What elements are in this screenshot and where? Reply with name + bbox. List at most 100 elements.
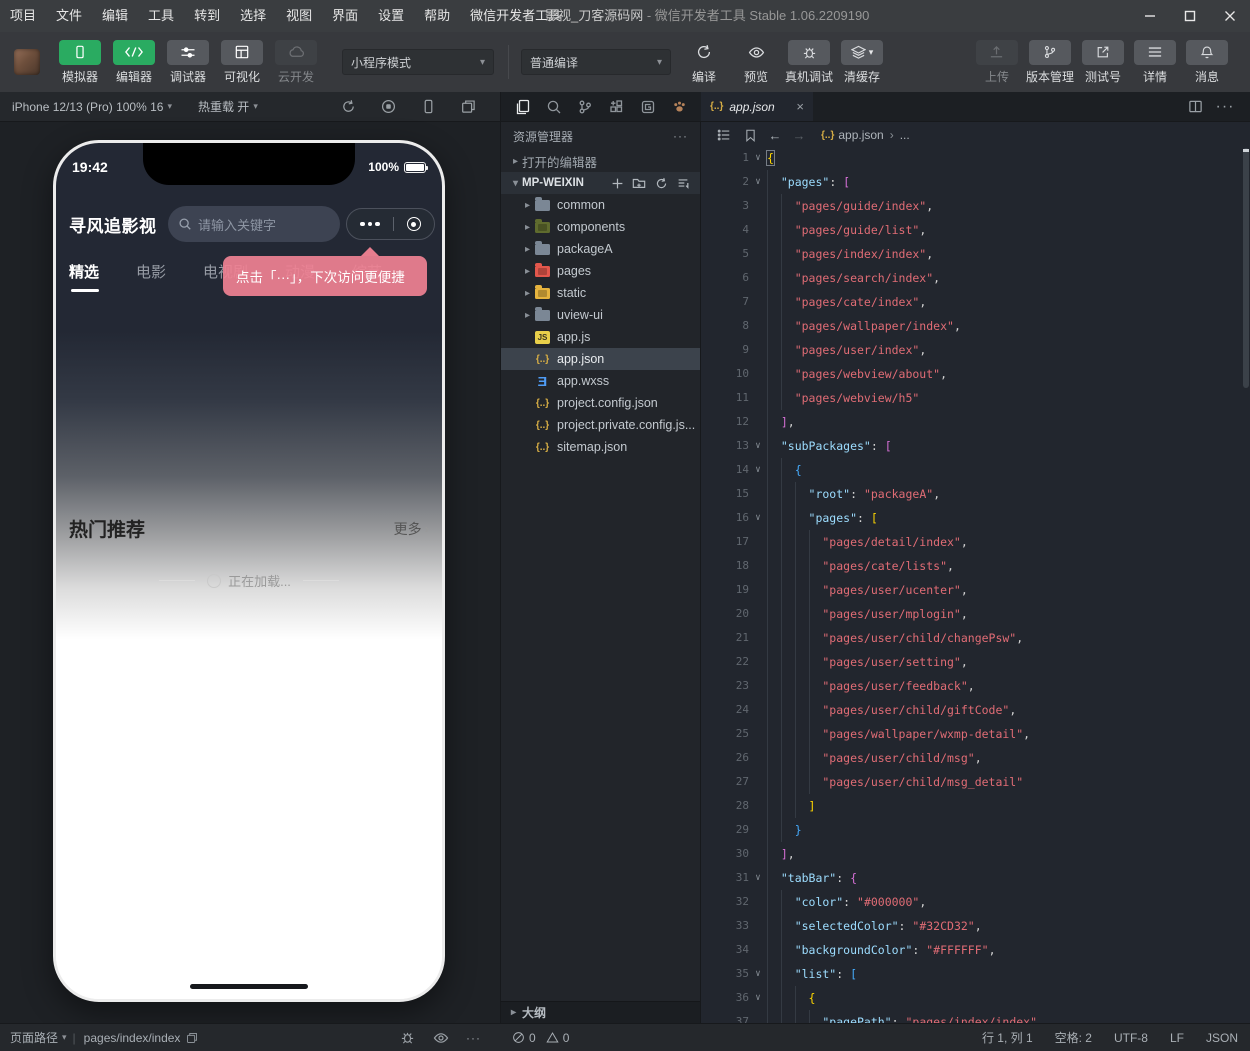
- code-line[interactable]: 24 "pages/user/child/giftCode",: [701, 698, 1250, 722]
- file-tree-item[interactable]: Ǝapp.wxss: [501, 370, 700, 392]
- more-link[interactable]: 更多›: [394, 519, 429, 539]
- code-line[interactable]: 20 "pages/user/mplogin",: [701, 602, 1250, 626]
- project-root-row[interactable]: ▾ MP-WEIXIN: [501, 172, 700, 194]
- 云开发-button[interactable]: 云开发: [270, 40, 322, 85]
- file-tree-item[interactable]: JSapp.js: [501, 326, 700, 348]
- code-line[interactable]: 18 "pages/cate/lists",: [701, 554, 1250, 578]
- statusbar-item[interactable]: 空格: 2: [1055, 1029, 1092, 1046]
- plugin-paw-icon[interactable]: [664, 99, 695, 114]
- outline-list-icon[interactable]: [711, 128, 737, 142]
- fold-chevron-icon[interactable]: ∨: [749, 170, 767, 194]
- code-line[interactable]: 22 "pages/user/setting",: [701, 650, 1250, 674]
- file-tree-item[interactable]: ▸components: [501, 216, 700, 238]
- more-actions-icon[interactable]: ···: [1210, 98, 1240, 116]
- 详情-button[interactable]: 详情: [1132, 40, 1178, 85]
- explorer-more-icon[interactable]: ···: [673, 129, 688, 143]
- 模拟器-button[interactable]: 模拟器: [54, 40, 106, 85]
- page-path-label[interactable]: 页面路径: [10, 1029, 58, 1046]
- search-input[interactable]: 请输入关键字: [168, 206, 340, 242]
- 预览-button[interactable]: 预览: [733, 40, 779, 85]
- extensions-icon[interactable]: [601, 99, 632, 115]
- split-editor-icon[interactable]: [1180, 99, 1210, 114]
- more-icon[interactable]: ···: [457, 1031, 490, 1045]
- code-line[interactable]: 16∨ "pages": [: [701, 506, 1250, 530]
- menu-item[interactable]: 界面: [322, 0, 368, 32]
- menu-item[interactable]: 帮助: [414, 0, 460, 32]
- file-tree-item[interactable]: {..}project.private.config.js...: [501, 414, 700, 436]
- menu-item[interactable]: 编辑: [92, 0, 138, 32]
- refresh-explorer-icon[interactable]: [650, 177, 672, 190]
- page-path-value[interactable]: pages/index/index: [84, 1031, 181, 1045]
- file-tree-item[interactable]: ▸pages: [501, 260, 700, 282]
- code-line[interactable]: 4 "pages/guide/list",: [701, 218, 1250, 242]
- code-line[interactable]: 30 ],: [701, 842, 1250, 866]
- statusbar-item[interactable]: UTF-8: [1114, 1031, 1148, 1045]
- code-line[interactable]: 21 "pages/user/child/changePsw",: [701, 626, 1250, 650]
- code-line[interactable]: 36∨ {: [701, 986, 1250, 1010]
- problems-indicator[interactable]: 0 0: [500, 1031, 700, 1045]
- multi-window-icon[interactable]: [448, 99, 488, 114]
- code-line[interactable]: 2∨ "pages": [: [701, 170, 1250, 194]
- fold-chevron-icon[interactable]: ∨: [749, 458, 767, 482]
- nav-back-icon[interactable]: ←: [763, 128, 787, 143]
- compile-select[interactable]: 普通编译▾: [521, 49, 671, 75]
- code-line[interactable]: 37 "pagePath": "pages/index/index",: [701, 1010, 1250, 1023]
- bug-icon[interactable]: [391, 1030, 424, 1045]
- tab-app-json[interactable]: {..} app.json ×: [701, 92, 813, 121]
- file-tree-item[interactable]: {..}project.config.json: [501, 392, 700, 414]
- statusbar-item[interactable]: JSON: [1206, 1031, 1238, 1045]
- 编辑器-button[interactable]: 编辑器: [108, 40, 160, 85]
- file-tree-item[interactable]: {..}sitemap.json: [501, 436, 700, 458]
- fold-chevron-icon[interactable]: ∨: [749, 506, 767, 530]
- code-line[interactable]: 35∨ "list": [: [701, 962, 1250, 986]
- category-tab[interactable]: 电影: [136, 261, 166, 292]
- category-tab[interactable]: 精选: [69, 261, 99, 292]
- code-line[interactable]: 12 ],: [701, 410, 1250, 434]
- eye-icon[interactable]: [424, 1030, 457, 1046]
- 测试号-button[interactable]: 测试号: [1080, 40, 1126, 85]
- menu-item[interactable]: 选择: [230, 0, 276, 32]
- breadcrumb-file[interactable]: app.json: [838, 128, 883, 142]
- code-line[interactable]: 33 "selectedColor": "#32CD32",: [701, 914, 1250, 938]
- code-line[interactable]: 7 "pages/cate/index",: [701, 290, 1250, 314]
- minimize-button[interactable]: [1130, 0, 1170, 32]
- menu-item[interactable]: 项目: [0, 0, 46, 32]
- copy-path-icon[interactable]: [186, 1032, 198, 1044]
- collapse-all-icon[interactable]: [672, 176, 694, 190]
- menu-item[interactable]: 工具: [138, 0, 184, 32]
- menu-item[interactable]: 转到: [184, 0, 230, 32]
- close-button[interactable]: [1210, 0, 1250, 32]
- editor-scrollbar[interactable]: [1242, 146, 1250, 1023]
- menu-item[interactable]: 文件: [46, 0, 92, 32]
- maximize-button[interactable]: [1170, 0, 1210, 32]
- code-line[interactable]: 6 "pages/search/index",: [701, 266, 1250, 290]
- capsule-more-icon[interactable]: [360, 222, 380, 227]
- code-line[interactable]: 10 "pages/webview/about",: [701, 362, 1250, 386]
- code-area[interactable]: 1∨{2∨ "pages": [3 "pages/guide/index",4 …: [701, 146, 1250, 1023]
- file-tree-item[interactable]: ▸uview-ui: [501, 304, 700, 326]
- code-line[interactable]: 25 "pages/wallpaper/wxmp-detail",: [701, 722, 1250, 746]
- avatar[interactable]: [14, 49, 40, 75]
- code-line[interactable]: 8 "pages/wallpaper/index",: [701, 314, 1250, 338]
- file-tree-item[interactable]: {..}app.json: [501, 348, 700, 370]
- fold-chevron-icon[interactable]: ∨: [749, 962, 767, 986]
- code-line[interactable]: 3 "pages/guide/index",: [701, 194, 1250, 218]
- code-line[interactable]: 32 "color": "#000000",: [701, 890, 1250, 914]
- code-line[interactable]: 23 "pages/user/feedback",: [701, 674, 1250, 698]
- device-select[interactable]: iPhone 12/13 (Pro) 100% 16▾: [12, 100, 172, 114]
- fold-chevron-icon[interactable]: ∨: [749, 986, 767, 1010]
- close-tab-icon[interactable]: ×: [796, 99, 804, 114]
- code-line[interactable]: 14∨ {: [701, 458, 1250, 482]
- code-line[interactable]: 13∨ "subPackages": [: [701, 434, 1250, 458]
- code-line[interactable]: 31∨ "tabBar": {: [701, 866, 1250, 890]
- 上传-button[interactable]: 上传: [974, 40, 1020, 85]
- bookmark-icon[interactable]: [737, 129, 763, 142]
- code-line[interactable]: 27 "pages/user/child/msg_detail": [701, 770, 1250, 794]
- search-icon[interactable]: [538, 99, 569, 115]
- 真机调试-button[interactable]: 真机调试: [785, 40, 833, 85]
- mode-select[interactable]: 小程序模式▾: [342, 49, 494, 75]
- nav-forward-icon[interactable]: →: [787, 128, 811, 143]
- fold-chevron-icon[interactable]: ∨: [749, 434, 767, 458]
- refresh-icon[interactable]: [328, 99, 368, 114]
- capsule-close-icon[interactable]: [407, 217, 421, 231]
